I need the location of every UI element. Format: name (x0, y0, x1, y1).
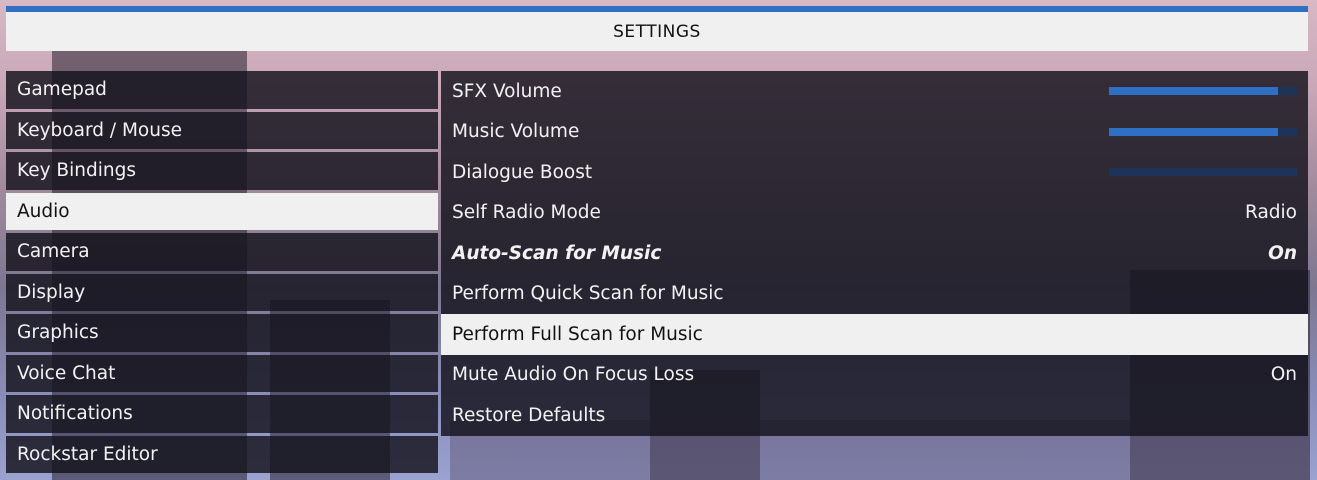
category-label: Gamepad (17, 79, 107, 101)
category-voice-chat[interactable]: Voice Chat (6, 354, 438, 392)
category-gamepad[interactable]: Gamepad (6, 71, 438, 109)
option-label: SFX Volume (452, 80, 562, 102)
category-label: Key Bindings (17, 160, 136, 182)
option-auto-scan-for-music[interactable]: Auto-Scan for Music On (441, 233, 1308, 274)
option-label: Dialogue Boost (452, 161, 593, 183)
volume-slider[interactable] (1109, 168, 1297, 177)
slider-fill (1109, 127, 1279, 136)
option-mute-audio-on-focus-loss[interactable]: Mute Audio On Focus Loss On (441, 355, 1308, 396)
category-label: Camera (17, 241, 90, 263)
option-label: Restore Defaults (452, 404, 606, 426)
category-key-bindings[interactable]: Key Bindings (6, 152, 438, 190)
option-music-volume[interactable]: Music Volume (441, 112, 1308, 153)
category-keyboard-mouse[interactable]: Keyboard / Mouse (6, 111, 438, 149)
option-value[interactable]: On (1268, 243, 1297, 264)
option-value[interactable]: On (1271, 364, 1297, 385)
volume-slider[interactable] (1109, 127, 1297, 136)
category-display[interactable]: Display (6, 273, 438, 311)
option-label: Perform Quick Scan for Music (452, 283, 724, 305)
option-self-radio-mode[interactable]: Self Radio Mode Radio (441, 193, 1308, 234)
category-label: Rockstar Editor (17, 443, 158, 465)
option-sfx-volume[interactable]: SFX Volume (441, 71, 1308, 112)
volume-slider[interactable] (1109, 87, 1297, 96)
category-notifications[interactable]: Notifications (6, 395, 438, 433)
option-perform-full-scan-for-music[interactable]: Perform Full Scan for Music (441, 314, 1308, 355)
slider-fill (1109, 87, 1279, 96)
category-label: Notifications (17, 403, 133, 425)
option-label: Mute Audio On Focus Loss (452, 364, 695, 386)
option-restore-defaults[interactable]: Restore Defaults (441, 395, 1308, 436)
category-graphics[interactable]: Graphics (6, 314, 438, 352)
category-audio[interactable]: Audio (6, 192, 438, 230)
option-perform-quick-scan-for-music[interactable]: Perform Quick Scan for Music (441, 274, 1308, 315)
category-label: Graphics (17, 322, 99, 344)
category-label: Keyboard / Mouse (17, 119, 182, 141)
category-label: Voice Chat (17, 362, 116, 384)
option-dialogue-boost[interactable]: Dialogue Boost (441, 152, 1308, 193)
option-label: Perform Full Scan for Music (452, 323, 703, 345)
category-label: Audio (17, 200, 70, 222)
category-rockstar-editor[interactable]: Rockstar Editor (6, 435, 438, 473)
category-label: Display (17, 281, 86, 303)
option-label: Self Radio Mode (452, 202, 601, 224)
settings-options-panel: SFX Volume Music Volume Dialogue Boost Self… (441, 71, 1308, 436)
option-label: Music Volume (452, 121, 580, 143)
category-camera[interactable]: Camera (6, 233, 438, 271)
category-menu: Gamepad Keyboard / Mouse Key Bindings Audio… (6, 71, 438, 476)
page-title: SETTINGS (6, 12, 1308, 51)
option-value[interactable]: Radio (1245, 202, 1297, 223)
option-label: Auto-Scan for Music (452, 242, 662, 264)
